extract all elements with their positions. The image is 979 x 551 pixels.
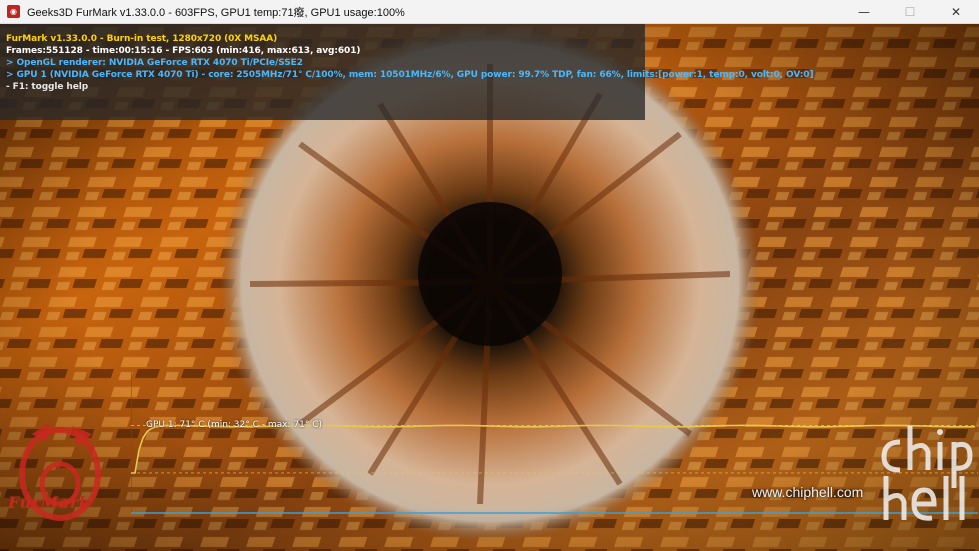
furmark-logo-text: FurMark — [8, 493, 91, 512]
hud-help-line: - F1: toggle help — [6, 82, 89, 92]
chiphell-watermark-logo — [881, 426, 973, 521]
graph-temperature-label: GPU 1: 71° C (min: 32° C - max: 71° C) — [146, 420, 322, 430]
minimize-button[interactable]: — — [841, 0, 887, 23]
window-title: Geeks3D FurMark v1.33.0.0 - 603FPS, GPU1… — [27, 6, 405, 19]
chiphell-watermark-url: www.chiphell.com — [752, 484, 864, 500]
hud-title-line: FurMark v1.33.0.0 - Burn-in test, 1280x7… — [6, 34, 278, 44]
hud-frames-line: Frames:551128 - time:00:15:16 - FPS:603 … — [6, 46, 361, 56]
hud-renderer-line: > OpenGL renderer: NVIDIA GeForce RTX 40… — [6, 58, 303, 68]
temperature-curve — [131, 424, 976, 474]
furmark-app-icon: ◉ — [7, 5, 20, 18]
window-controls: — ☐ ✕ — [841, 0, 979, 23]
close-button[interactable]: ✕ — [933, 0, 979, 23]
maximize-button[interactable]: ☐ — [887, 0, 933, 23]
window-titlebar[interactable]: ◉ Geeks3D FurMark v1.33.0.0 - 603FPS, GP… — [0, 0, 979, 24]
hud-gpu-line: > GPU 1 (NVIDIA GeForce RTX 4070 Ti) - c… — [6, 70, 814, 80]
